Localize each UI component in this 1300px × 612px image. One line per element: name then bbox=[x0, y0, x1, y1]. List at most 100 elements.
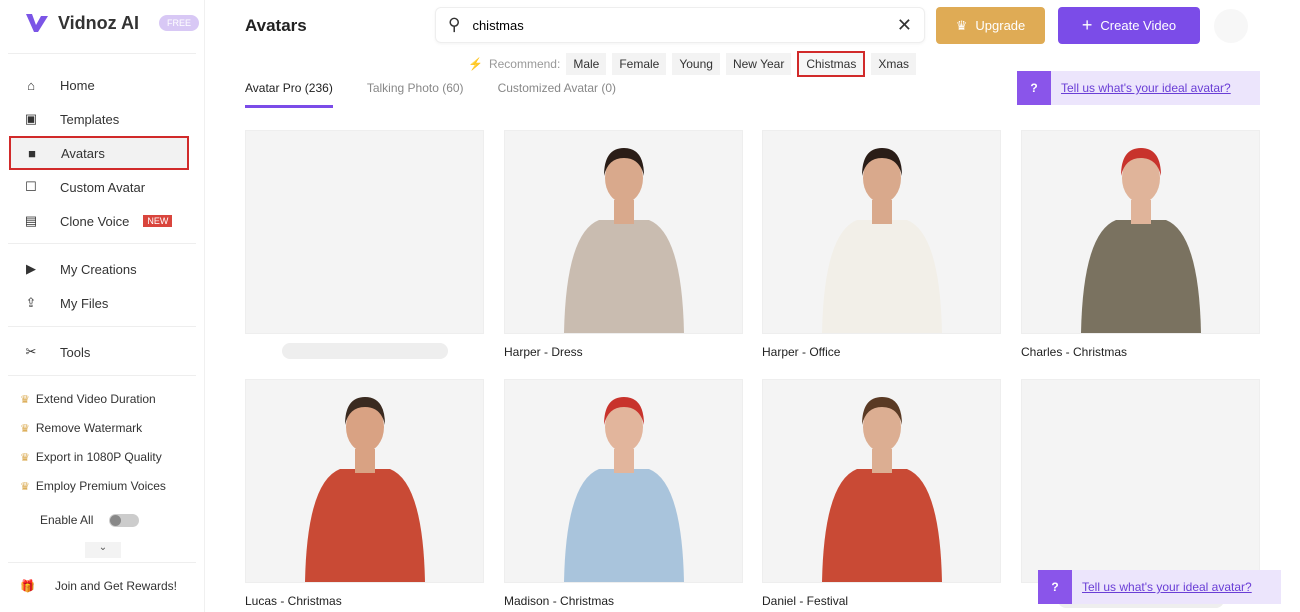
vidnoz-logo-icon bbox=[26, 14, 48, 32]
divider bbox=[8, 562, 196, 563]
loading-placeholder bbox=[281, 343, 448, 359]
perk-label: Extend Video Duration bbox=[35, 392, 156, 406]
label: My Files bbox=[60, 295, 109, 311]
voice-icon: ▤ bbox=[24, 213, 38, 228]
avatar-name: Harper - Dress bbox=[504, 345, 583, 359]
perk-premium-voices[interactable]: ♛ Employ Premium Voices bbox=[20, 479, 166, 493]
avatar-card[interactable]: Harper - Office bbox=[762, 130, 1001, 359]
chevron-down-icon[interactable]: ⌄ bbox=[85, 542, 121, 558]
divider bbox=[8, 53, 196, 54]
upgrade-button[interactable]: ♛ Upgrade bbox=[936, 7, 1045, 44]
chip-young[interactable]: Young bbox=[672, 53, 720, 75]
avatar-figure bbox=[1080, 148, 1201, 333]
perk-extend-duration[interactable]: ♛ Extend Video Duration bbox=[20, 392, 156, 406]
feedback-banner-floating[interactable]: ? Tell us what's your ideal avatar? bbox=[1038, 570, 1281, 604]
sidebar-item-clone-voice[interactable]: ▤ Clone Voice NEW bbox=[8, 205, 188, 237]
search-input[interactable] bbox=[472, 17, 897, 33]
avatar-name: Madison - Christmas bbox=[504, 594, 615, 608]
page-title: Avatars bbox=[245, 16, 307, 35]
gift-icon: 🎁 bbox=[20, 579, 35, 593]
brand-name: Vidnoz AI bbox=[58, 12, 139, 33]
label: Avatars bbox=[61, 145, 105, 161]
rewards-label: Join and Get Rewards! bbox=[54, 579, 178, 593]
lightning-icon: ⚡ bbox=[468, 57, 483, 71]
tab-customized-avatar[interactable]: Customized Avatar (0) bbox=[498, 81, 617, 108]
search-bar: ⚲ ✕ bbox=[435, 7, 925, 43]
divider bbox=[8, 243, 196, 244]
sidebar: Vidnoz AI FREE ⌂ Home ▣ Templates ■ Avatars… bbox=[0, 0, 205, 612]
crown-icon: ♛ bbox=[20, 393, 30, 406]
label: Clone Voice bbox=[60, 213, 130, 229]
avatar-card[interactable]: Harper - Dress bbox=[504, 130, 743, 359]
chip-male[interactable]: Male bbox=[566, 53, 607, 75]
avatar-figure bbox=[304, 397, 425, 582]
avatar-thumbnail bbox=[245, 130, 484, 334]
avatar-card[interactable]: Daniel - Festival bbox=[762, 379, 1001, 608]
avatar-name: Daniel - Festival bbox=[762, 594, 849, 608]
upload-icon: ⇪ bbox=[25, 295, 37, 310]
chip-new-year[interactable]: New Year bbox=[725, 53, 792, 75]
crown-icon: ♛ bbox=[955, 17, 968, 33]
avatar-thumbnail bbox=[1021, 130, 1260, 334]
feedback-banner[interactable]: ? Tell us what's your ideal avatar? bbox=[1017, 71, 1260, 105]
chip-christmas[interactable]: Chistmas bbox=[797, 51, 866, 77]
label: Templates bbox=[60, 111, 120, 127]
avatar-figure bbox=[563, 148, 684, 333]
avatar-icon: ■ bbox=[28, 145, 36, 161]
sidebar-item-avatars[interactable]: ■ Avatars bbox=[9, 136, 189, 170]
rewards-link[interactable]: 🎁 Join and Get Rewards! bbox=[20, 579, 177, 593]
chip-female[interactable]: Female bbox=[612, 53, 667, 75]
avatar-card[interactable]: Charles - Christmas bbox=[1021, 130, 1260, 359]
sidebar-item-tools[interactable]: ✂ Tools bbox=[8, 336, 188, 368]
tab-avatar-pro[interactable]: Avatar Pro (236) bbox=[245, 81, 333, 108]
label: My Creations bbox=[60, 261, 137, 277]
enable-all-label: Enable All bbox=[40, 513, 94, 527]
play-icon: ▶ bbox=[26, 261, 36, 276]
feedback-link[interactable]: Tell us what's your ideal avatar? bbox=[1061, 81, 1231, 95]
avatar-card[interactable]: Madison - Christmas bbox=[504, 379, 743, 608]
avatar-thumbnail bbox=[1021, 379, 1260, 583]
upgrade-label: Upgrade bbox=[975, 18, 1026, 33]
perk-label: Employ Premium Voices bbox=[35, 479, 166, 493]
avatar-card[interactable] bbox=[245, 130, 484, 359]
sidebar-item-custom-avatar[interactable]: ☐ Custom Avatar bbox=[8, 171, 188, 203]
enable-all-toggle[interactable] bbox=[109, 513, 140, 527]
tab-talking-photo[interactable]: Talking Photo (60) bbox=[367, 81, 464, 108]
avatar-figure bbox=[563, 397, 684, 582]
clear-icon[interactable]: ✕ bbox=[897, 15, 912, 36]
custom-avatar-icon: ☐ bbox=[25, 179, 37, 194]
question-icon: ? bbox=[1038, 570, 1072, 604]
enable-all-row: Enable All bbox=[40, 513, 140, 527]
avatar[interactable] bbox=[1214, 9, 1248, 43]
templates-icon: ▣ bbox=[24, 111, 38, 126]
avatar-name: Harper - Office bbox=[762, 345, 841, 359]
sidebar-item-templates[interactable]: ▣ Templates bbox=[8, 103, 188, 135]
avatar-thumbnail bbox=[245, 379, 484, 583]
label: Home bbox=[60, 77, 95, 93]
avatar-thumbnail bbox=[762, 379, 1001, 583]
crown-icon: ♛ bbox=[20, 451, 30, 464]
sidebar-item-home[interactable]: ⌂ Home bbox=[8, 69, 188, 101]
plus-icon: + bbox=[1081, 15, 1093, 35]
perk-export-1080p[interactable]: ♛ Export in 1080P Quality bbox=[20, 450, 162, 464]
divider bbox=[8, 326, 196, 327]
crown-icon: ♛ bbox=[20, 422, 30, 435]
avatar-card[interactable]: Lucas - Christmas bbox=[245, 379, 484, 608]
avatar-figure bbox=[821, 397, 942, 582]
avatar-name: Charles - Christmas bbox=[1021, 345, 1128, 359]
perk-remove-watermark[interactable]: ♛ Remove Watermark bbox=[20, 421, 142, 435]
avatar-figure bbox=[821, 148, 942, 333]
divider bbox=[8, 375, 196, 376]
sidebar-item-my-files[interactable]: ⇪ My Files bbox=[8, 287, 188, 319]
logo[interactable]: Vidnoz AI FREE bbox=[24, 10, 200, 36]
avatar-name: Lucas - Christmas bbox=[245, 594, 342, 608]
feedback-link[interactable]: Tell us what's your ideal avatar? bbox=[1082, 580, 1252, 594]
create-video-button[interactable]: + Create Video bbox=[1058, 7, 1200, 44]
chip-xmas[interactable]: Xmas bbox=[871, 53, 917, 75]
sidebar-item-my-creations[interactable]: ▶ My Creations bbox=[8, 253, 188, 285]
new-badge: NEW bbox=[143, 215, 173, 227]
avatar-thumbnail bbox=[504, 379, 743, 583]
label: Custom Avatar bbox=[60, 179, 146, 195]
recommend-label: Recommend: bbox=[488, 57, 561, 71]
question-icon: ? bbox=[1017, 71, 1051, 105]
